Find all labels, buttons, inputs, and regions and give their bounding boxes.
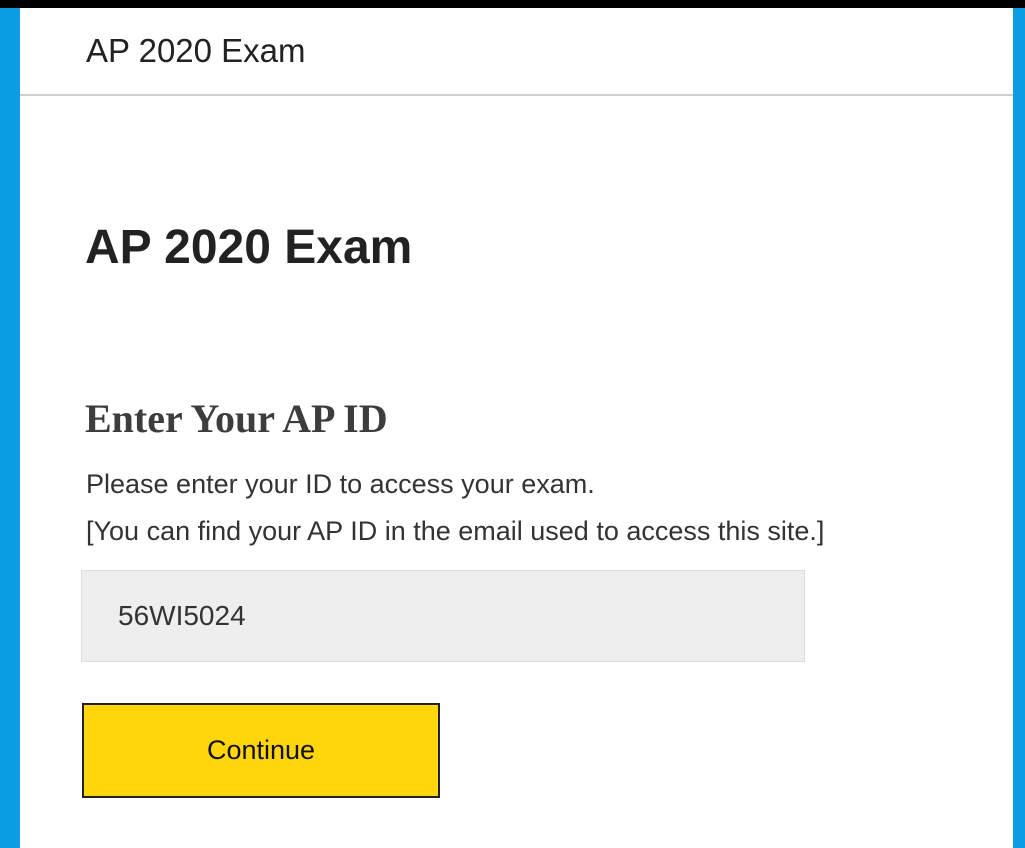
email-instruction-text: [You can find your AP ID in the email us… [86, 516, 825, 546]
top-black-bar [0, 0, 1025, 8]
app-header: AP 2020 Exam [20, 8, 1013, 96]
access-instruction-text: Please enter your ID to access your exam… [86, 469, 595, 499]
app-frame: AP 2020 Exam AP 2020 Exam Enter Your AP … [0, 0, 1025, 848]
page-title: AP 2020 Exam [85, 221, 413, 275]
exam-page: AP 2020 Exam AP 2020 Exam Enter Your AP … [20, 8, 1013, 848]
ap-id-input[interactable] [81, 570, 805, 662]
app-title: AP 2020 Exam [86, 32, 306, 69]
continue-button[interactable]: Continue [82, 703, 440, 798]
enter-ap-id-heading: Enter Your AP ID [85, 396, 388, 442]
